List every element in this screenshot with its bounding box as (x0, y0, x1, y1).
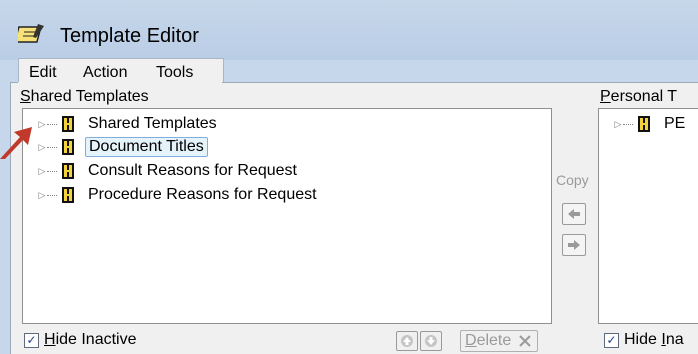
personal-templates-tree[interactable]: ▷ PE (598, 108, 698, 324)
move-down-button[interactable] (420, 331, 442, 351)
tree-item-personal[interactable]: ▷ PE (613, 113, 688, 135)
tree-item-consult-reasons[interactable]: ▷ Consult Reasons for Request (37, 160, 300, 182)
template-folder-icon (62, 187, 74, 203)
template-folder-icon (638, 116, 650, 132)
expand-arrow-icon[interactable]: ▷ (37, 190, 47, 200)
personal-templates-label: Personal T (600, 88, 678, 105)
arrow-down-icon (425, 335, 437, 347)
hide-inactive-label: Hide Inactive (44, 331, 137, 348)
menu-tools[interactable]: Tools (156, 64, 193, 82)
tree-item-document-titles[interactable]: ▷ Document Titles (37, 136, 208, 158)
arrow-left-icon (568, 209, 580, 219)
template-folder-icon (62, 163, 74, 179)
personal-hide-inactive-label: Hide Ina (624, 331, 684, 348)
tree-item-shared-templates[interactable]: ▷ Shared Templates (37, 113, 220, 135)
title-bar[interactable]: Template Editor (0, 0, 698, 60)
expand-arrow-icon[interactable]: ▷ (37, 119, 47, 129)
template-folder-icon (62, 139, 74, 155)
expand-arrow-icon[interactable]: ▷ (37, 142, 47, 152)
menu-edit[interactable]: Edit (29, 64, 57, 82)
menu-action[interactable]: Action (83, 64, 127, 82)
frame-top-right (222, 82, 698, 83)
template-editor-window: Template Editor Edit Action Tools Shared… (0, 0, 698, 354)
move-up-button[interactable] (396, 331, 418, 351)
delete-button[interactable]: Delete (460, 330, 539, 352)
frame-top-left (10, 82, 18, 83)
copy-right-button[interactable] (562, 234, 586, 256)
arrow-up-icon (401, 335, 413, 347)
hide-inactive-checkbox[interactable]: ✓ (24, 333, 39, 348)
annotation-arrow-icon (0, 127, 32, 159)
shared-templates-tree[interactable]: ▷ Shared Templates ▷ Document Titles ▷ C… (22, 108, 552, 324)
copy-label: Copy (556, 172, 589, 188)
menu-bar: Edit Action Tools (18, 58, 224, 83)
notepad-icon (18, 24, 44, 43)
personal-hide-inactive-checkbox[interactable]: ✓ (604, 333, 619, 348)
arrow-right-icon (568, 240, 580, 250)
tree-item-label: PE (664, 115, 686, 132)
expand-arrow-icon[interactable]: ▷ (37, 166, 47, 176)
delete-x-icon (519, 335, 531, 347)
tree-item-label: Procedure Reasons for Request (88, 186, 317, 203)
template-folder-icon (62, 116, 74, 132)
window-title: Template Editor (60, 25, 199, 47)
tree-item-procedure-reasons[interactable]: ▷ Procedure Reasons for Request (37, 184, 320, 206)
tree-item-label: Consult Reasons for Request (88, 162, 297, 179)
tree-item-label: Shared Templates (88, 115, 217, 132)
expand-arrow-icon[interactable]: ▷ (613, 119, 623, 129)
copy-left-button[interactable] (562, 203, 586, 225)
shared-templates-label: Shared Templates (20, 88, 149, 105)
tree-item-label-selected: Document Titles (85, 137, 208, 157)
